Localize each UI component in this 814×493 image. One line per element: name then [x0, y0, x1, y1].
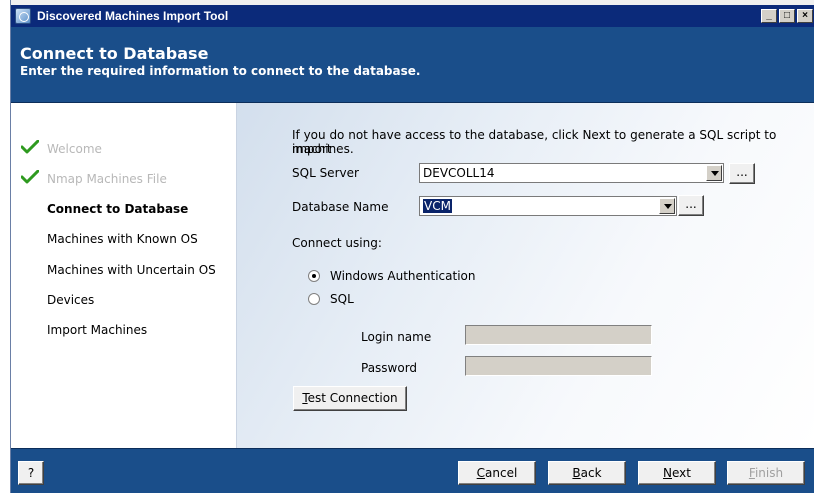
minimize-button[interactable]: _ [761, 9, 777, 23]
password-label: Password [361, 361, 418, 375]
database-name-value: VCM [423, 199, 452, 213]
step-machines-uncertain-os: Machines with Uncertain OS [47, 263, 216, 277]
step-devices: Devices [47, 293, 95, 307]
info-text-line2: machines. [292, 142, 354, 156]
database-name-browse-button[interactable]: ... [678, 195, 704, 216]
wizard-steps: Welcome Nmap Machines File Connect to Da… [11, 103, 237, 448]
main-content: If you do not have access to the databas… [237, 103, 814, 448]
info-text-line1: If you do not have access to the databas… [292, 128, 777, 156]
password-field[interactable] [465, 356, 652, 376]
sql-server-browse-button[interactable]: ... [729, 163, 755, 184]
wizard-window: Discovered Machines Import Tool _ □ × Co… [10, 0, 814, 493]
test-connection-button[interactable]: Test Connection [293, 386, 407, 411]
title-bar: Discovered Machines Import Tool _ □ × [11, 5, 814, 27]
step-connect-to-database: Connect to Database [47, 202, 189, 216]
sql-server-value: DEVCOLL14 [423, 166, 495, 180]
sql-server-combo[interactable]: DEVCOLL14 [419, 163, 724, 183]
step-welcome: Welcome [21, 140, 102, 156]
check-icon [21, 170, 39, 184]
next-button[interactable]: Next [638, 461, 716, 485]
login-name-field[interactable] [465, 325, 652, 345]
help-button[interactable]: ? [18, 461, 44, 485]
finish-button[interactable]: Finish [727, 461, 805, 485]
windows-auth-label[interactable]: Windows Authentication [330, 269, 475, 283]
maximize-button[interactable]: □ [779, 9, 795, 23]
page-subtitle: Enter the required information to connec… [20, 64, 421, 78]
window-title: Discovered Machines Import Tool [37, 9, 229, 23]
chevron-down-icon[interactable] [659, 198, 675, 214]
sql-server-label: SQL Server [292, 166, 359, 180]
step-nmap-machines-file: Nmap Machines File [21, 170, 167, 186]
step-machines-known-os: Machines with Known OS [47, 232, 198, 246]
page-title: Connect to Database [20, 44, 209, 63]
sql-auth-radio[interactable] [308, 293, 320, 305]
step-import-machines: Import Machines [47, 323, 148, 337]
back-button[interactable]: Back [548, 461, 626, 485]
close-button[interactable]: × [797, 9, 813, 23]
chevron-down-icon[interactable] [706, 165, 722, 181]
connect-using-label: Connect using: [292, 236, 382, 250]
cancel-button[interactable]: Cancel [458, 461, 536, 485]
sql-auth-label[interactable]: SQL [330, 292, 354, 306]
check-icon [21, 140, 39, 154]
footer-bar: ? Cancel Back Next Finish [11, 448, 814, 493]
database-name-combo[interactable]: VCM [419, 196, 677, 216]
header-banner: Connect to Database Enter the required i… [11, 27, 814, 103]
database-name-label: Database Name [292, 200, 389, 214]
windows-auth-radio[interactable] [308, 270, 320, 282]
login-name-label: Login name [361, 330, 432, 344]
app-icon [15, 8, 31, 24]
